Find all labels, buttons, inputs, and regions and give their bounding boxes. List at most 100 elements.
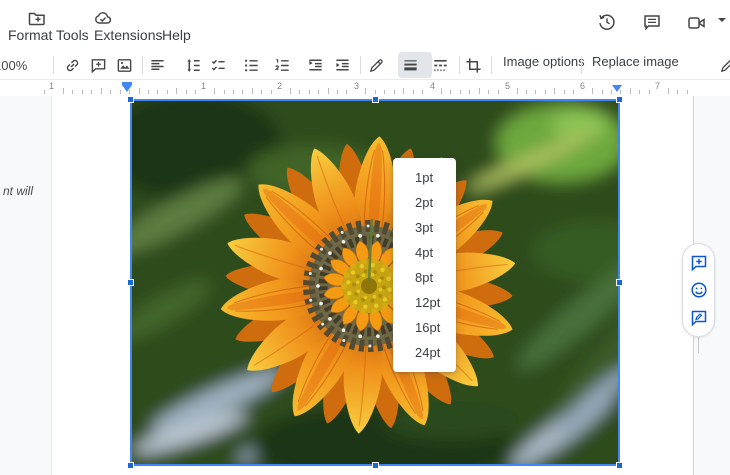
ruler-tick — [81, 90, 83, 94]
decrease-indent-button[interactable] — [307, 53, 324, 77]
saved-cloud-icon[interactable] — [93, 8, 113, 28]
ruler-tick — [422, 90, 423, 94]
move-folder-icon[interactable] — [27, 8, 47, 28]
align-button[interactable] — [149, 53, 166, 77]
ruler-tick — [403, 88, 405, 94]
bulleted-list-button[interactable] — [243, 53, 260, 77]
ruler-tick — [629, 88, 631, 94]
google-docs-window: Format Tools Extensions Help 00% Image o… — [0, 0, 730, 475]
line-spacing-button[interactable] — [185, 53, 202, 77]
divider — [491, 56, 492, 74]
ruler-tick — [242, 90, 244, 94]
ruler-tick — [554, 88, 556, 94]
ruler-tick — [270, 90, 272, 94]
version-history-icon[interactable] — [597, 12, 617, 32]
ruler-tick — [176, 88, 178, 94]
ruler-tick — [72, 90, 74, 94]
ruler-tick — [393, 90, 395, 94]
video-call-chevron-icon[interactable] — [715, 18, 726, 40]
ruler-tick — [62, 88, 64, 94]
resize-handle-bottom-middle[interactable] — [372, 462, 379, 469]
ruler-tick — [563, 90, 565, 94]
ruler-tick — [374, 90, 376, 94]
toolbar: 100% — [0, 50, 730, 131]
right-indent-marker[interactable] — [612, 85, 622, 92]
ruler-tick — [110, 90, 112, 94]
add-comment-button[interactable] — [90, 53, 107, 77]
ruler-tick — [185, 90, 187, 94]
resize-handle-middle-right[interactable] — [616, 279, 623, 286]
menu-help[interactable]: Help — [162, 27, 191, 43]
resize-handle-top-middle[interactable] — [372, 96, 379, 103]
border-weight-button[interactable] — [402, 53, 419, 77]
add-comment-icon[interactable] — [690, 254, 708, 272]
menu-item-12pt[interactable]: 12pt — [393, 290, 456, 315]
editing-mode-pen-icon[interactable] — [719, 53, 730, 77]
ruler-tick — [195, 90, 197, 94]
emoji-reaction-icon[interactable] — [690, 281, 708, 299]
pill-anchor-line — [698, 337, 699, 353]
border-weight-menu: 1pt 2pt 3pt 4pt 8pt 12pt 16pt 24pt — [393, 158, 456, 372]
image-options-button[interactable]: Image options — [503, 54, 585, 69]
ruler-tick — [384, 90, 386, 94]
resize-handle-middle-left[interactable] — [127, 279, 134, 286]
divider — [360, 56, 361, 74]
border-dash-button[interactable] — [432, 53, 449, 77]
checklist-button[interactable] — [210, 53, 227, 77]
resize-handle-bottom-left[interactable] — [127, 462, 134, 469]
ruler-tick — [601, 90, 603, 94]
ruler-tick — [469, 90, 471, 94]
document-canvas: 11234567 nt will 1pt 2pt 3pt 4pt 8pt 12p… — [0, 80, 730, 475]
menu-item-8pt[interactable]: 8pt — [393, 265, 456, 290]
ruler-tick — [639, 90, 641, 94]
ruler-tick — [648, 90, 650, 94]
ruler-tick — [535, 90, 537, 94]
ruler-tick — [573, 90, 575, 94]
ruler-tick — [667, 88, 669, 94]
menu-item-16pt[interactable]: 16pt — [393, 315, 456, 340]
divider — [53, 56, 54, 74]
selected-image[interactable] — [127, 96, 623, 469]
ruler-tick — [450, 90, 452, 94]
left-indent-marker[interactable] — [122, 85, 132, 92]
crop-image-button[interactable] — [465, 53, 482, 77]
ruler-tick — [147, 90, 149, 94]
ruler-tick — [440, 88, 442, 94]
menu-item-4pt[interactable]: 4pt — [393, 240, 456, 265]
video-call-icon[interactable] — [687, 13, 707, 33]
border-color-button[interactable] — [368, 53, 385, 77]
ruler-tick — [223, 90, 225, 94]
menu-extensions[interactable]: Extensions — [94, 27, 162, 43]
divider — [142, 56, 143, 74]
replace-image-button[interactable]: Replace image — [592, 54, 679, 69]
numbered-list-button[interactable] — [274, 53, 291, 77]
ruler-tick — [592, 88, 594, 94]
resize-handle-top-right[interactable] — [616, 96, 623, 103]
ruler-tick — [497, 90, 499, 94]
ruler-tick — [91, 90, 93, 94]
zoom-select[interactable]: 100% — [0, 53, 27, 77]
suggest-edits-icon[interactable] — [690, 309, 708, 327]
ruler-tick — [119, 90, 121, 94]
comments-icon[interactable] — [642, 12, 662, 32]
ruler-tick — [544, 90, 546, 94]
ruler-number: 5 — [505, 81, 511, 91]
menu-item-3pt[interactable]: 3pt — [393, 215, 456, 240]
increase-indent-button[interactable] — [334, 53, 351, 77]
menu-item-2pt[interactable]: 2pt — [393, 190, 456, 215]
resize-handle-top-left[interactable] — [127, 96, 134, 103]
insert-link-button[interactable] — [64, 53, 81, 77]
ruler-number: 2 — [277, 81, 283, 91]
zoom-value: 100% — [0, 57, 28, 73]
menu-format[interactable]: Format — [8, 27, 52, 43]
menu-item-1pt[interactable]: 1pt — [393, 165, 456, 190]
ruler-tick — [166, 90, 168, 94]
ruler-tick — [365, 88, 367, 94]
header: Format Tools Extensions Help — [0, 0, 730, 50]
menu-tools[interactable]: Tools — [56, 27, 89, 43]
resize-handle-bottom-right[interactable] — [616, 462, 623, 469]
ruler-tick — [138, 88, 140, 94]
insert-image-button[interactable] — [116, 53, 133, 77]
menu-item-24pt[interactable]: 24pt — [393, 340, 456, 365]
flower-photo — [132, 101, 618, 464]
